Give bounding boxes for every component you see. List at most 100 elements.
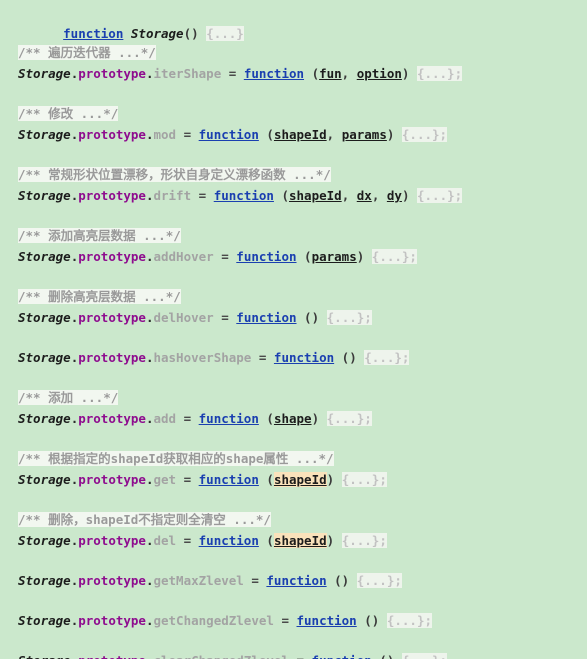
method-name-token: iterShape [153, 66, 222, 81]
object-name-token: Storage [18, 127, 71, 142]
method-name-token: hasHoverShape [153, 350, 252, 365]
object-name-token: Storage [18, 350, 71, 365]
keyword-function-token: function [243, 66, 305, 81]
prototype-token: prototype [78, 573, 146, 588]
code-line-assignment: Storage.prototype.hasHoverShape = functi… [18, 347, 587, 368]
function-body-token: {...}; [326, 310, 372, 325]
method-name-token: clearChangedZlevel [153, 653, 288, 659]
object-name-token: Storage [18, 310, 71, 325]
method-name-token: drift [153, 188, 192, 203]
equals-token: = [183, 127, 192, 142]
function-body-token: {...}; [326, 411, 372, 426]
lparen-token: ( [266, 127, 274, 142]
object-name-token: Storage [18, 188, 71, 203]
method-name-token: delHover [153, 310, 214, 325]
function-body-token: {...}; [416, 66, 463, 81]
function-body-token: {...} [206, 26, 244, 41]
keyword-function-token: function [296, 613, 357, 628]
object-name-token: Storage [18, 472, 71, 487]
keyword-function-token: function [273, 350, 335, 365]
function-body-token: {...}; [371, 249, 417, 264]
rparen-token: ) [311, 310, 320, 325]
code-line-comment: /** 遍历迭代器 ...*/ [18, 42, 587, 63]
keyword-function-token: function [266, 573, 327, 588]
lparen-token: ( [311, 66, 320, 81]
code-line-assignment: Storage.prototype.delHover = function ()… [18, 307, 587, 328]
code-line-comment: /** 修改 ...*/ [18, 103, 587, 124]
equals-token: = [183, 533, 192, 548]
object-name-token: Storage [18, 249, 71, 264]
lparen-token: ( [364, 613, 372, 628]
prototype-token: prototype [78, 66, 146, 81]
equals-token: = [296, 653, 304, 659]
code-line-comment: /** 添加 ...*/ [18, 387, 587, 408]
function-body-token: {...}; [401, 127, 448, 142]
keyword-function-token: function [312, 653, 372, 659]
function-body-token: {...}; [356, 573, 402, 588]
code-block[interactable]: function Storage () {...} /** 遍历迭代器 ...*/… [0, 0, 587, 659]
jsdoc-comment-token: /** 根据指定的shapeId获取相应的shape属性 ...*/ [18, 451, 334, 466]
lparen-token: ( [304, 249, 312, 264]
lparen-token: ( [266, 472, 274, 487]
param-token: shapeId [273, 472, 327, 487]
param-token: option [356, 66, 402, 81]
keyword-function-token: function [198, 472, 259, 487]
code-line-assignment: Storage.prototype.del = function (shapeI… [18, 530, 587, 551]
method-name-token: get [153, 472, 177, 487]
code-line-comment: /** 添加高亮层数据 ...*/ [18, 225, 587, 246]
param-token: dy [386, 188, 402, 203]
code-line-comment: /** 删除高亮层数据 ...*/ [18, 286, 587, 307]
function-body-token: {...}; [341, 533, 387, 548]
function-body-token: {...}; [417, 188, 463, 203]
code-line-assignment: Storage.prototype.clearChangedZlevel = f… [18, 650, 587, 659]
prototype-token: prototype [78, 613, 146, 628]
keyword-function-token: function [213, 188, 274, 203]
code-line-assignment: Storage.prototype.iterShape = function (… [18, 63, 587, 84]
lparen-token: ( [266, 411, 274, 426]
object-name-token: Storage [18, 613, 71, 628]
lparen-token: ( [334, 573, 342, 588]
code-line-assignment: Storage.prototype.mod = function (shapeI… [18, 124, 587, 145]
equals-token: = [221, 249, 229, 264]
jsdoc-comment-token: /** 删除，shapeId不指定则全清空 ...*/ [18, 512, 271, 527]
param-token: params [311, 249, 357, 264]
code-line-assignment: Storage.prototype.drift = function (shap… [18, 185, 587, 206]
function-body-token: {...}; [341, 472, 387, 487]
keyword-function-token: function [198, 127, 259, 142]
jsdoc-comment-token: /** 添加高亮层数据 ...*/ [18, 228, 181, 243]
method-name-token: add [153, 411, 177, 426]
prototype-token: prototype [78, 472, 146, 487]
equals-token: = [183, 411, 192, 426]
object-name-token: Storage [18, 533, 71, 548]
lparen-token: ( [266, 533, 274, 548]
code-listing-page: function Storage () {...} /** 遍历迭代器 ...*/… [0, 0, 587, 659]
